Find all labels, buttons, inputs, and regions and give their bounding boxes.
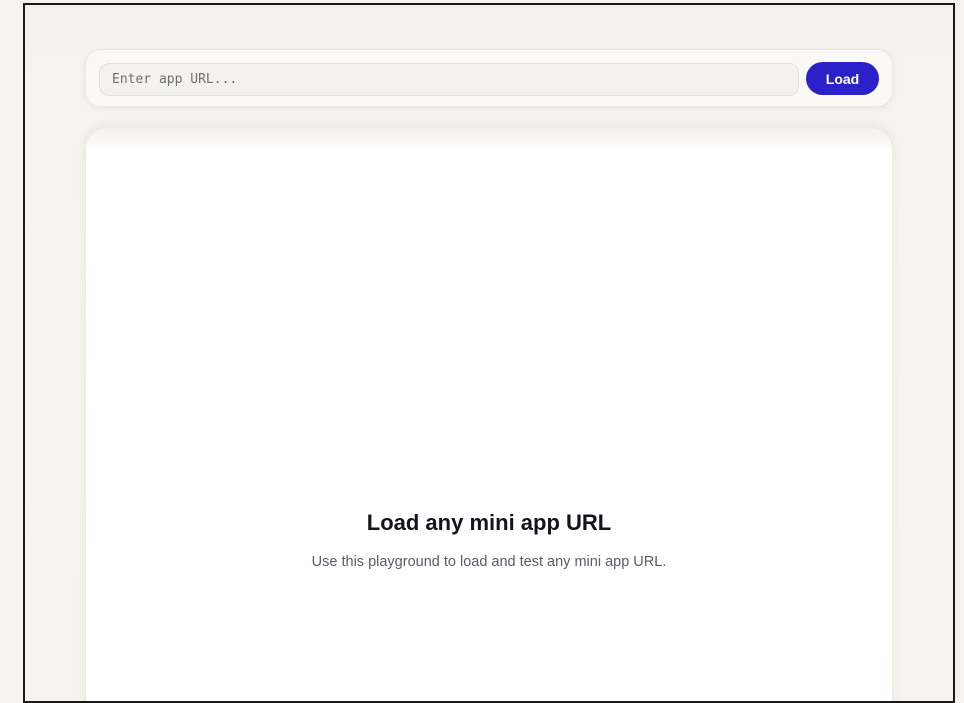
- url-input[interactable]: [99, 63, 799, 96]
- empty-state-title: Load any mini app URL: [366, 510, 612, 535]
- load-button[interactable]: Load: [806, 62, 879, 95]
- panel-top-fade: [86, 128, 892, 152]
- url-bar: Load: [85, 49, 893, 107]
- window-frame: Load Load any mini app URL Use this play…: [23, 3, 955, 703]
- empty-state-description: Use this playground to load and test any…: [311, 554, 667, 570]
- app-preview-panel: Load any mini app URL Use this playgroun…: [85, 127, 893, 701]
- empty-state: Load any mini app URL Use this playgroun…: [86, 510, 892, 570]
